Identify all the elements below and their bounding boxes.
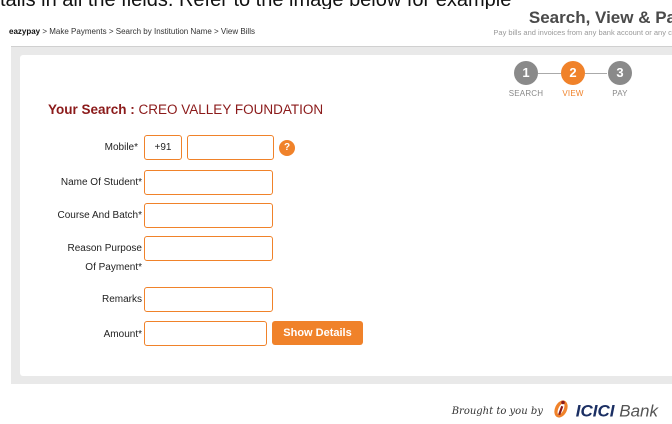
bank-name: ICICI Bank [576, 402, 658, 421]
step-3-circle: 3 [608, 61, 632, 85]
step-view: 2 VIEW [553, 61, 593, 98]
mobile-label: Mobile* [104, 142, 138, 153]
course-batch-input[interactable] [144, 203, 273, 228]
reason-label-line-2: Of Payment* [85, 262, 142, 273]
mobile-country-code[interactable]: +91 [144, 135, 182, 160]
search-summary: Your Search : CREO VALLEY FOUNDATION [48, 102, 323, 117]
content-panel: 1 SEARCH 2 VIEW 3 PAY Your Search : CREO… [11, 46, 672, 384]
amount-input[interactable] [144, 321, 267, 346]
bank-word: Bank [614, 401, 658, 421]
footer-branding: Brought to you by ICICI Bank [452, 399, 658, 421]
step-pay: 3 PAY [600, 61, 640, 98]
step-3-label: PAY [612, 89, 628, 98]
reason-purpose-input[interactable] [144, 236, 273, 261]
question-circle-icon[interactable]: ? [279, 140, 295, 156]
reason-label-line-1: Reason Purpose [67, 243, 143, 254]
breadcrumb-path: > Make Payments > Search by Institution … [40, 27, 255, 36]
icici-logo-icon [551, 399, 571, 424]
search-summary-value: CREO VALLEY FOUNDATION [134, 102, 324, 117]
remarks-input[interactable] [144, 287, 273, 312]
brought-by-text: Brought to you by [451, 406, 543, 417]
breadcrumb: eazypay > Make Payments > Search by Inst… [9, 27, 255, 36]
student-name-input[interactable] [144, 170, 273, 195]
remarks-label: Remarks [101, 294, 142, 305]
search-summary-label: Your Search : [48, 102, 135, 117]
search-card: 1 SEARCH 2 VIEW 3 PAY Your Search : CREO… [20, 55, 672, 376]
page-subtitle: Pay bills and invoices from any bank acc… [493, 28, 672, 37]
show-details-button[interactable]: Show Details [272, 321, 363, 345]
step-1-label: SEARCH [508, 89, 544, 98]
step-2-circle: 2 [561, 61, 585, 85]
breadcrumb-root[interactable]: eazypay [9, 27, 40, 36]
reason-label: Reason Purpose Of Payment* [20, 241, 143, 275]
step-search: 1 SEARCH [506, 61, 546, 98]
amount-label: Amount* [103, 329, 142, 340]
page-title: Search, View & Pa [528, 8, 672, 27]
student-name-label: Name Of Student* [60, 177, 142, 188]
step-1-circle: 1 [514, 61, 538, 85]
course-batch-label: Course And Batch* [57, 210, 143, 221]
step-2-label: VIEW [562, 89, 584, 98]
bank-brand: ICICI [575, 401, 615, 421]
mobile-number-input[interactable] [187, 135, 274, 160]
